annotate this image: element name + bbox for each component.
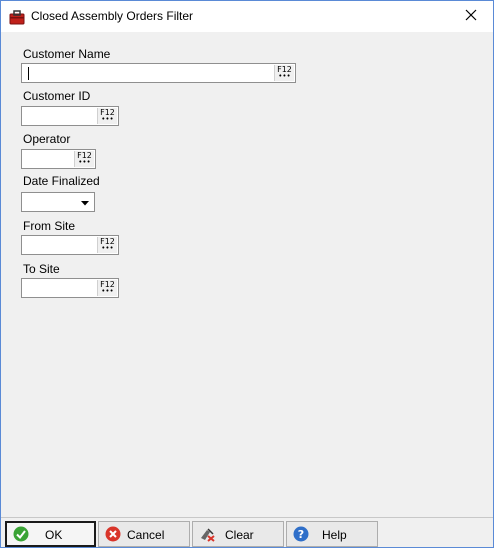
- ok-button[interactable]: OK: [5, 521, 96, 547]
- svg-text:?: ?: [298, 528, 304, 541]
- ellipsis-icon: •••: [101, 244, 114, 252]
- ok-label: OK: [45, 528, 63, 542]
- title-bar: Closed Assembly Orders Filter: [1, 1, 493, 32]
- ellipsis-icon: •••: [78, 158, 91, 166]
- customer-name-lookup-button[interactable]: F12 •••: [274, 65, 294, 81]
- filter-dialog: Closed Assembly Orders Filter Customer N…: [0, 0, 494, 548]
- customer-id-lookup-button[interactable]: F12 •••: [97, 108, 117, 124]
- button-bar: OK Cancel Clear ? Help: [1, 517, 493, 547]
- help-icon: ?: [293, 526, 309, 542]
- dropdown-arrow-button[interactable]: [77, 194, 93, 210]
- help-label: Help: [322, 528, 347, 542]
- operator-label: Operator: [23, 132, 71, 146]
- cancel-icon: [105, 526, 121, 542]
- from-site-field[interactable]: F12 •••: [21, 235, 119, 255]
- cancel-button[interactable]: Cancel: [98, 521, 190, 547]
- date-finalized-dropdown[interactable]: [21, 192, 95, 212]
- chevron-down-icon: [81, 195, 89, 209]
- clear-icon: [199, 526, 215, 542]
- clear-label: Clear: [225, 528, 254, 542]
- ellipsis-icon: •••: [101, 287, 114, 295]
- customer-name-label: Customer Name: [23, 47, 111, 61]
- checkmark-icon: [13, 526, 29, 542]
- customer-id-field[interactable]: F12 •••: [21, 106, 119, 126]
- to-site-label: To Site: [23, 262, 60, 276]
- ellipsis-icon: •••: [278, 72, 291, 80]
- from-site-label: From Site: [23, 219, 76, 233]
- to-site-field[interactable]: F12 •••: [21, 278, 119, 298]
- filter-form: Customer Name F12 ••• Customer ID F12 ••…: [1, 32, 493, 517]
- operator-lookup-button[interactable]: F12 •••: [74, 151, 94, 167]
- operator-field[interactable]: F12 •••: [21, 149, 96, 169]
- toolbox-icon: [9, 9, 25, 25]
- customer-id-label: Customer ID: [23, 89, 91, 103]
- cancel-label: Cancel: [127, 528, 165, 542]
- window-title: Closed Assembly Orders Filter: [31, 9, 194, 23]
- date-finalized-label: Date Finalized: [23, 174, 100, 188]
- ellipsis-icon: •••: [101, 115, 114, 123]
- close-button[interactable]: [448, 1, 493, 32]
- text-caret: [28, 67, 29, 80]
- to-site-lookup-button[interactable]: F12 •••: [97, 280, 117, 296]
- from-site-lookup-button[interactable]: F12 •••: [97, 237, 117, 253]
- customer-name-field[interactable]: F12 •••: [21, 63, 296, 83]
- close-icon: [465, 9, 477, 24]
- help-button[interactable]: ? Help: [286, 521, 378, 547]
- clear-button[interactable]: Clear: [192, 521, 284, 547]
